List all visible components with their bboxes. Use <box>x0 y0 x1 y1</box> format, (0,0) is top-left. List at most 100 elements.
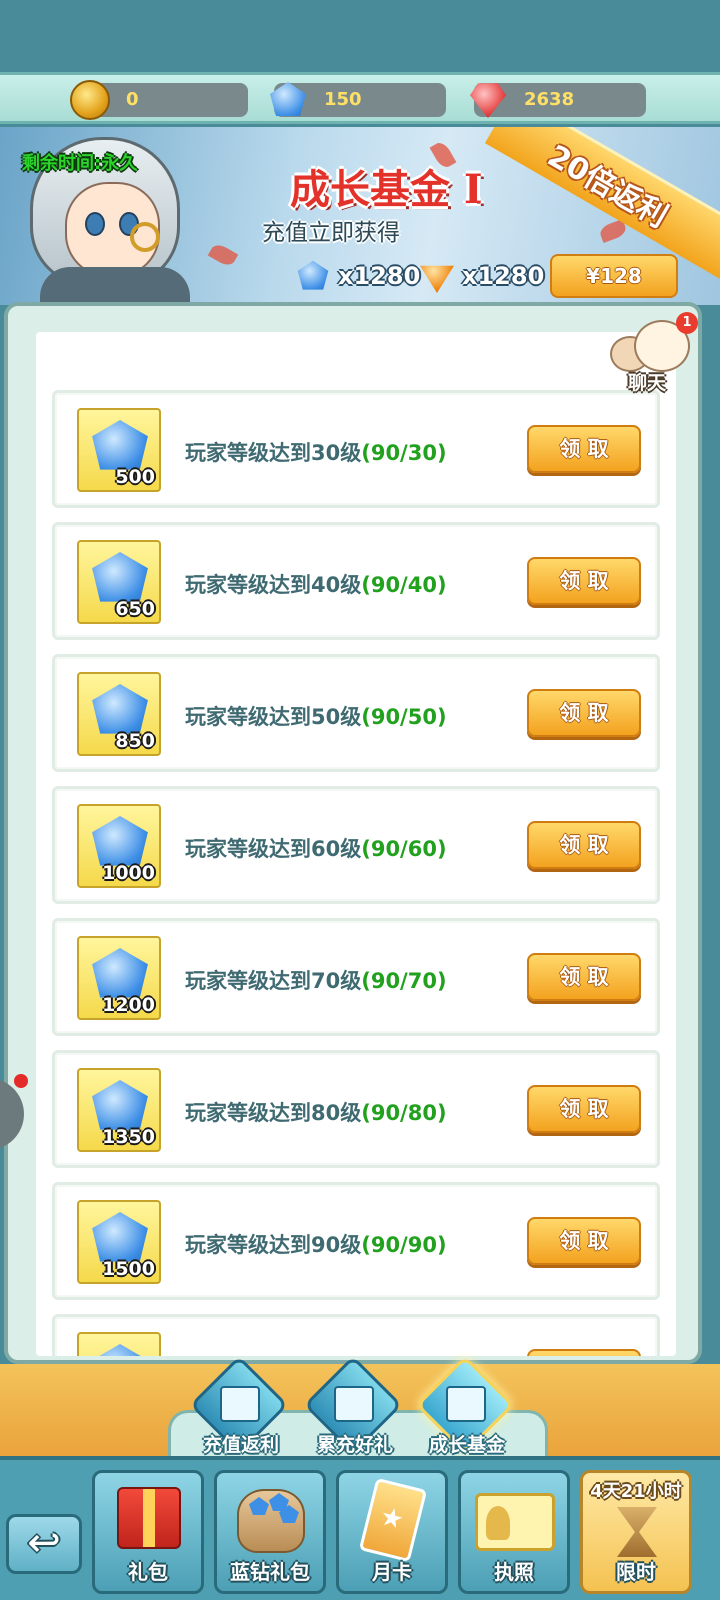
reward-row: 1500 玩家等级达到90级(90/90) 领 取 <box>52 1182 660 1300</box>
requirement-progress: (90/50) <box>361 705 447 729</box>
reward-item-frame: 1350 <box>77 1068 161 1152</box>
claim-button[interactable]: 领 取 <box>527 953 641 1001</box>
orange-gem-icon <box>420 265 454 293</box>
portrait-icon <box>486 1506 510 1540</box>
gift-icon <box>220 1386 260 1422</box>
reward-requirement: 玩家等级达到30级(90/30) <box>185 437 447 467</box>
character-face <box>65 182 160 277</box>
ruby-value: 2638 <box>524 89 575 110</box>
nav-blue-gift-pack[interactable]: 蓝钻礼包 <box>214 1470 326 1594</box>
requirement-text: 玩家等级达到50级 <box>185 705 362 729</box>
nav-gift-pack[interactable]: 礼包 <box>92 1470 204 1594</box>
reward-orange-value: x1280 <box>462 262 545 290</box>
reward-quantity: 1350 <box>102 1126 155 1148</box>
claim-button[interactable]: 领 取 <box>527 425 641 473</box>
reward-quantity: 1500 <box>102 1258 155 1280</box>
chat-button[interactable]: 1 聊天 <box>610 312 698 394</box>
reward-quantity: 1200 <box>102 994 155 1016</box>
reward-requirement: 玩家等级达到90级(90/90) <box>185 1229 447 1259</box>
requirement-progress: (90/70) <box>361 969 447 993</box>
reward-item-frame: 1500 <box>77 1200 161 1284</box>
blue-diamond-icon <box>249 1497 269 1515</box>
reward-quantity: 650 <box>115 598 155 620</box>
growth-fund-banner: 剩余时间:永久 成长基金 I 20倍返利 充值立即获得 x1280 x1280 … <box>0 127 720 305</box>
banner-title: 成长基金 I <box>290 166 483 213</box>
claim-button[interactable]: 领 取 <box>527 1217 641 1265</box>
reward-diamonds: x1280 <box>296 259 420 293</box>
requirement-text: 玩家等级达到80级 <box>185 1101 362 1125</box>
requirement-text: 玩家等级达到40级 <box>185 573 362 597</box>
nav-label: 执照 <box>494 1560 534 1584</box>
reward-requirement: 玩家等级达到60级(90/60) <box>185 833 447 863</box>
reward-row: 1200 玩家等级达到70级(90/70) 领 取 <box>52 918 660 1036</box>
coin-value: 0 <box>126 89 139 110</box>
coin-counter: 0 <box>70 80 248 120</box>
tab-growth-fund[interactable]: 成长基金 <box>412 1355 522 1460</box>
hourglass-icon <box>617 1507 657 1557</box>
claim-button[interactable]: 领 取 <box>527 821 641 869</box>
requirement-text: 玩家等级达到90级 <box>185 1233 362 1257</box>
gift-icon <box>334 1386 374 1422</box>
requirement-progress: (90/30) <box>361 441 447 465</box>
ruby-counter: 2638 <box>470 83 646 118</box>
reward-item-frame <box>77 1332 161 1356</box>
nav-label: 蓝钻礼包 <box>230 1560 310 1584</box>
monocle-icon <box>130 222 160 252</box>
blue-diamond-icon <box>297 260 329 290</box>
coin-icon <box>70 80 110 120</box>
rebate-ribbon-text: 20倍返利 <box>541 138 674 235</box>
banner-subtitle: 充值立即获得 <box>262 220 400 246</box>
chat-badge: 1 <box>676 312 698 334</box>
reward-quantity: 1000 <box>102 862 155 884</box>
tab-label: 成长基金 <box>428 1434 505 1456</box>
requirement-progress: (90/40) <box>361 573 447 597</box>
tab-cumulative-gifts[interactable]: 累充好礼 <box>300 1355 410 1460</box>
reward-requirement: 玩家等级达到70级(90/70) <box>185 965 447 995</box>
reward-quantity: 500 <box>115 466 155 488</box>
notification-dot <box>14 1074 28 1088</box>
remaining-time: 剩余时间:永久 <box>22 153 138 174</box>
claim-button[interactable]: 领 取 <box>527 689 641 737</box>
tab-recharge-rebate[interactable]: 充值返利 <box>186 1355 296 1460</box>
reward-item-frame: 1000 <box>77 804 161 888</box>
reward-orange: x1280 <box>420 259 544 293</box>
limited-timer: 4天21小时 <box>590 1481 682 1502</box>
blue-diamond-icon <box>92 1344 148 1356</box>
reward-row: 500 玩家等级达到30级(90/30) 领 取 <box>52 390 660 508</box>
gift-icon <box>446 1386 486 1422</box>
diamond-value: 150 <box>324 89 362 110</box>
gift-box-icon <box>117 1487 181 1549</box>
diamond-counter: 150 <box>270 82 446 117</box>
rewards-panel: 500 玩家等级达到30级(90/30) 领 取 650 玩家等级达到40级(9… <box>4 302 702 1364</box>
tab-label: 累充好礼 <box>316 1434 393 1456</box>
requirement-progress: (90/80) <box>361 1101 447 1125</box>
reward-diamonds-value: x1280 <box>338 262 421 290</box>
claim-button[interactable]: 领 取 <box>527 557 641 605</box>
rewards-list[interactable]: 500 玩家等级达到30级(90/30) 领 取 650 玩家等级达到40级(9… <box>36 332 676 1356</box>
chat-label: 聊天 <box>628 372 667 394</box>
requirement-text: 玩家等级达到30级 <box>185 441 362 465</box>
nav-monthly-card[interactable]: 月卡 <box>336 1470 448 1594</box>
reward-item-frame: 850 <box>77 672 161 756</box>
star-card-icon <box>358 1477 428 1563</box>
red-gem-icon <box>470 83 506 118</box>
nav-license[interactable]: 执照 <box>458 1470 570 1594</box>
reward-row: 1350 玩家等级达到80级(90/80) 领 取 <box>52 1050 660 1168</box>
nav-limited-offer[interactable]: 4天21小时 限时 <box>580 1470 692 1594</box>
purchase-button[interactable]: ¥128 <box>550 254 678 298</box>
claim-button[interactable]: 领 取 <box>527 1085 641 1133</box>
requirement-text: 玩家等级达到60级 <box>185 837 362 861</box>
reward-requirement: 玩家等级达到80级(90/80) <box>185 1097 447 1127</box>
back-button[interactable]: ↩ <box>6 1514 82 1574</box>
diamond-sack-icon <box>237 1489 305 1553</box>
reward-requirement: 玩家等级达到40级(90/40) <box>185 569 447 599</box>
tab-label: 充值返利 <box>202 1434 279 1456</box>
claim-button[interactable] <box>527 1349 641 1356</box>
blue-diamond-icon <box>270 82 306 116</box>
reward-row: 850 玩家等级达到50级(90/50) 领 取 <box>52 654 660 772</box>
reward-row: 650 玩家等级达到40级(90/40) 领 取 <box>52 522 660 640</box>
character-coat <box>40 267 190 305</box>
nav-label: 限时 <box>616 1560 656 1584</box>
requirement-text: 玩家等级达到70级 <box>185 969 362 993</box>
nav-label: 礼包 <box>128 1560 168 1584</box>
